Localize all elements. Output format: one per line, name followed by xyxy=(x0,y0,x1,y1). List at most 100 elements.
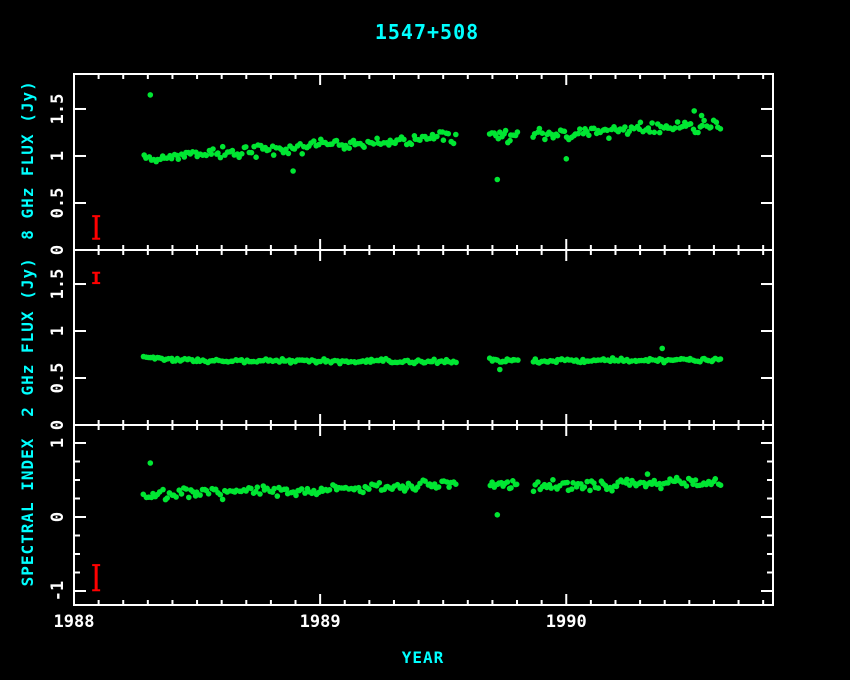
data-point xyxy=(209,151,215,157)
data-point xyxy=(507,138,513,144)
data-point xyxy=(371,141,377,147)
data-point xyxy=(361,144,367,150)
error-bar-spectral-index xyxy=(92,565,100,590)
x-ticks-8ghz-flux xyxy=(99,74,764,250)
y-tick-label: 0 xyxy=(48,512,68,522)
y-axis-label-2ghz: 2 GHz FLUX (Jy) xyxy=(18,257,37,417)
panel-2ghz-flux: 00.511.5 xyxy=(48,250,773,430)
data-point xyxy=(453,360,459,366)
data-point xyxy=(220,144,226,150)
data-point xyxy=(582,484,588,490)
data-point xyxy=(275,493,281,499)
data-point xyxy=(562,129,568,135)
y-tick-label: 1.5 xyxy=(48,269,68,300)
error-bar-8ghz-flux xyxy=(92,216,100,239)
data-point xyxy=(540,130,546,136)
data-point xyxy=(220,497,226,503)
y-tick-label: 0 xyxy=(48,420,68,430)
y-axis-label-spectral-index: SPECTRAL INDEX xyxy=(18,438,37,587)
data-point xyxy=(446,131,452,137)
data-point xyxy=(248,486,254,492)
data-point xyxy=(327,487,333,493)
data-point xyxy=(695,130,701,136)
data-point xyxy=(718,126,724,132)
light-curve-figure: 1547+508 YEAR 8 GHz FLUX (Jy) 2 GHz FLUX… xyxy=(0,0,850,680)
outlier-point xyxy=(495,177,501,183)
data-point xyxy=(293,493,299,499)
x-ticks-2ghz-flux xyxy=(99,250,764,425)
data-point xyxy=(503,128,509,134)
data-point xyxy=(204,153,210,159)
data-point xyxy=(453,132,459,138)
data-point xyxy=(622,124,628,130)
outlier-point xyxy=(497,367,503,373)
y-tick-label: 0 xyxy=(48,245,68,255)
data-point xyxy=(183,486,189,492)
y-tick-labels-8ghz-flux: 00.511.5 xyxy=(48,94,68,256)
data-point xyxy=(701,118,707,124)
data-point xyxy=(164,495,170,501)
data-point xyxy=(210,146,216,152)
y-axis-label-8ghz: 8 GHz FLUX (Jy) xyxy=(18,80,37,240)
data-point xyxy=(176,156,182,162)
data-point xyxy=(564,480,570,486)
outlier-point xyxy=(148,460,154,466)
data-point xyxy=(693,477,699,483)
scatter-points-8ghz-flux xyxy=(141,92,723,182)
data-point xyxy=(515,357,521,363)
data-point xyxy=(718,482,724,488)
data-point xyxy=(173,494,179,500)
data-point xyxy=(360,490,366,496)
panel-border-8ghz-flux xyxy=(74,74,773,250)
outlier-point xyxy=(645,471,651,477)
data-point xyxy=(699,123,705,129)
data-point xyxy=(652,130,658,136)
plot-area: 00.511.500.511.5-101198819891990 xyxy=(48,74,773,632)
data-point xyxy=(537,126,543,132)
outlier-point xyxy=(290,168,296,174)
outlier-point xyxy=(564,156,570,162)
data-point xyxy=(577,126,583,132)
y-tick-labels-2ghz-flux: 00.511.5 xyxy=(48,269,68,430)
data-point xyxy=(531,489,537,495)
data-point xyxy=(638,120,644,126)
data-point xyxy=(239,151,245,157)
x-ticks-spectral-index xyxy=(99,425,764,605)
data-point xyxy=(197,492,203,498)
data-point xyxy=(606,135,612,141)
data-point xyxy=(649,120,655,126)
x-tick-label: 1990 xyxy=(546,612,587,632)
data-point xyxy=(451,141,457,147)
y-tick-label: 1 xyxy=(48,438,68,448)
x-tick-label: 1988 xyxy=(54,612,95,632)
y-tick-label: -1 xyxy=(48,581,68,601)
data-point xyxy=(179,491,185,497)
data-point xyxy=(569,486,575,492)
y-tick-label: 1 xyxy=(48,326,68,336)
data-point xyxy=(160,487,166,493)
data-point xyxy=(688,121,694,127)
panel-spectral-index: -1 0 1 xyxy=(48,425,773,605)
data-point xyxy=(675,119,681,125)
data-point xyxy=(505,479,511,485)
data-point xyxy=(254,484,260,490)
data-point xyxy=(550,477,556,483)
data-point xyxy=(377,480,383,486)
data-point xyxy=(286,151,292,157)
data-point xyxy=(271,486,277,492)
y-tick-labels-spectral-index: -1 0 1 xyxy=(48,438,68,601)
x-axis-label: YEAR xyxy=(402,648,445,667)
data-point xyxy=(548,485,554,491)
data-point xyxy=(346,145,352,151)
data-point xyxy=(555,133,561,139)
data-point xyxy=(299,151,305,157)
scatter-points-spectral-index xyxy=(141,460,724,517)
data-point xyxy=(243,144,249,150)
outlier-point xyxy=(495,512,501,518)
panel-border-2ghz-flux xyxy=(74,250,773,425)
data-point xyxy=(271,152,277,158)
y-tick-label: 0.5 xyxy=(48,188,68,219)
data-point xyxy=(441,137,447,143)
data-point xyxy=(624,477,630,483)
data-point xyxy=(587,488,593,494)
